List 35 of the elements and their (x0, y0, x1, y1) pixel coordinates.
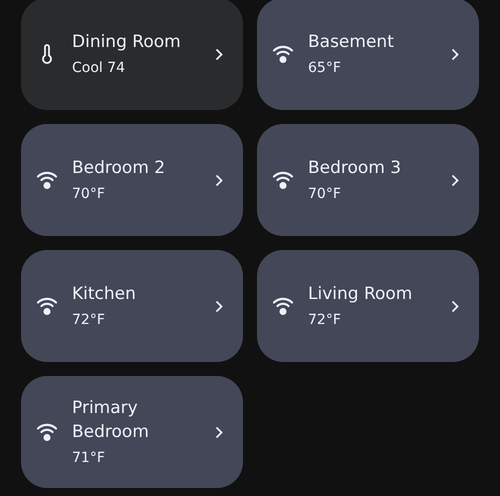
chevron-right-icon (215, 426, 223, 438)
room-name: Bedroom 3 (308, 157, 402, 180)
room-card[interactable]: Primary Bedroom 71°F (21, 376, 243, 488)
room-reading: 71°F (72, 449, 106, 468)
chevron-right-icon (215, 48, 223, 60)
wireless-sensor-icon (272, 170, 294, 190)
room-name: Basement (308, 31, 395, 54)
room-card[interactable]: Basement 65°F (257, 0, 479, 110)
room-name: Primary Bedroom (72, 397, 150, 444)
chevron-right-icon (215, 174, 223, 186)
chevron-right-icon (451, 48, 459, 60)
wireless-sensor-icon (36, 170, 58, 190)
room-reading: 70°F (308, 185, 342, 204)
room-card[interactable]: Dining Room Cool 74 (21, 0, 243, 110)
room-card[interactable]: Kitchen 72°F (21, 250, 243, 362)
room-name: Kitchen (72, 283, 137, 306)
room-card[interactable]: Bedroom 2 70°F (21, 124, 243, 236)
wireless-sensor-icon (272, 296, 294, 316)
room-reading: 72°F (308, 311, 342, 330)
room-name: Bedroom 2 (72, 157, 166, 180)
wireless-sensor-icon (36, 296, 58, 316)
room-reading: 72°F (72, 311, 106, 330)
wireless-sensor-icon (272, 44, 294, 64)
chevron-right-icon (451, 300, 459, 312)
wireless-sensor-icon (36, 422, 58, 442)
room-reading: Cool 74 (72, 59, 126, 78)
chevron-right-icon (451, 174, 459, 186)
room-reading: 65°F (308, 59, 342, 78)
room-card[interactable]: Living Room 72°F (257, 250, 479, 362)
room-name: Living Room (308, 283, 414, 306)
chevron-right-icon (215, 300, 223, 312)
room-name: Dining Room (72, 31, 182, 54)
room-card[interactable]: Bedroom 3 70°F (257, 124, 479, 236)
room-reading: 70°F (72, 185, 106, 204)
thermometer-icon (41, 44, 53, 64)
